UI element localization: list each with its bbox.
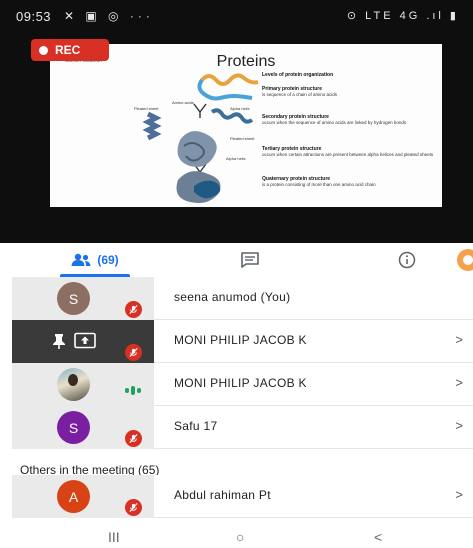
participant-row[interactable]: MONI PHILIP JACOB K > (12, 320, 473, 363)
people-count: (69) (97, 253, 119, 267)
back-button[interactable]: < (374, 529, 382, 545)
recording-badge: REC (31, 39, 109, 61)
system-icons: ⊙ LTE 4G .ıl ▮ (346, 10, 459, 22)
participant-name: Abdul rahiman Pt (174, 488, 271, 502)
presenting-icon[interactable] (74, 332, 96, 350)
people-icon (71, 253, 91, 266)
chevron-right-icon[interactable]: > (455, 487, 463, 502)
participant-tile: A (12, 475, 154, 518)
participant-name: MONI PHILIP JACOB K (174, 333, 307, 347)
participant-row[interactable]: S seena anumod (You) (12, 277, 473, 320)
tertiary-desc: occurs when certain attractions are pres… (262, 152, 434, 157)
participant-row[interactable]: S Safu 17 > (12, 406, 473, 449)
home-button[interactable]: ○ (236, 529, 244, 545)
participant-tile: S (12, 406, 154, 449)
art-label-alpha-2: Alpha helix (226, 156, 246, 161)
participant-row[interactable]: MONI PHILIP JACOB K > (12, 363, 473, 406)
chevron-right-icon[interactable]: > (455, 418, 463, 433)
participant-list: S seena anumod (You) MONI PHILIP JACOB K… (0, 277, 473, 518)
levels-heading: Levels of protein organization (262, 72, 334, 78)
others-heading: Others in the meeting (65) (0, 449, 473, 477)
chevron-right-icon[interactable]: > (455, 332, 463, 347)
mic-off-icon (125, 499, 142, 516)
recording-label: REC (55, 43, 81, 57)
avatar: S (57, 282, 90, 315)
protein-structure-illustration: Amino acids Pleated sheet Alpha helix Pl… (134, 73, 259, 203)
activities-icon (457, 249, 473, 271)
secondary-desc: occurs when the sequence of amino acids … (262, 120, 407, 125)
quaternary-desc: is a protein consisting of more than one… (262, 182, 376, 187)
participant-tile (12, 363, 154, 406)
info-icon (398, 251, 416, 269)
avatar-initial: A (68, 488, 79, 505)
tab-chat[interactable] (230, 243, 270, 277)
participant-row[interactable]: A Abdul rahiman Pt > (12, 475, 473, 518)
mic-off-icon (125, 301, 142, 318)
participant-name: Safu 17 (174, 419, 218, 433)
mic-off-icon (125, 344, 142, 361)
primary-desc: is sequence of a chain of amino acids (262, 92, 338, 97)
art-label-pleated-2: Pleated sheet (230, 136, 255, 141)
tab-info[interactable] (392, 243, 422, 277)
status-time: 09:53 (16, 9, 52, 24)
participant-tile (12, 320, 154, 363)
avatar: S (57, 411, 90, 444)
recents-button[interactable]: III (108, 529, 120, 545)
chevron-right-icon[interactable]: > (455, 375, 463, 390)
avatar-initial: S (68, 290, 79, 307)
participant-name: MONI PHILIP JACOB K (174, 376, 307, 390)
art-label-alpha: Alpha helix (230, 106, 250, 111)
avatar: A (57, 480, 90, 513)
avatar-photo (57, 368, 90, 401)
meeting-tabs: (69) (0, 243, 473, 277)
system-nav-bar: III ○ < (0, 528, 473, 548)
notification-icons: ✕ ▣ ◎ ··· (64, 9, 154, 23)
speaking-indicator-icon (125, 384, 147, 396)
participant-name: seena anumod (You) (174, 290, 291, 304)
mic-off-icon (125, 430, 142, 447)
shared-slide[interactable]: AGENCY ACADEMY Proteins Amino acids Plea… (50, 44, 442, 207)
pin-icon[interactable] (50, 332, 68, 350)
art-label-amino: Amino acids (172, 100, 194, 105)
tab-people[interactable]: (69) (50, 243, 140, 277)
avatar-initial: S (68, 419, 79, 436)
presentation-screen: 09:53 ✕ ▣ ◎ ··· ⊙ LTE 4G .ıl ▮ REC AGENC… (0, 0, 473, 243)
tab-activities[interactable] (453, 243, 473, 277)
status-bar: 09:53 ✕ ▣ ◎ ··· ⊙ LTE 4G .ıl ▮ (0, 0, 473, 32)
art-label-pleated: Pleated sheet (134, 106, 159, 111)
chat-icon (241, 252, 259, 268)
participant-tile: S (12, 277, 154, 320)
record-dot-icon (39, 45, 48, 55)
